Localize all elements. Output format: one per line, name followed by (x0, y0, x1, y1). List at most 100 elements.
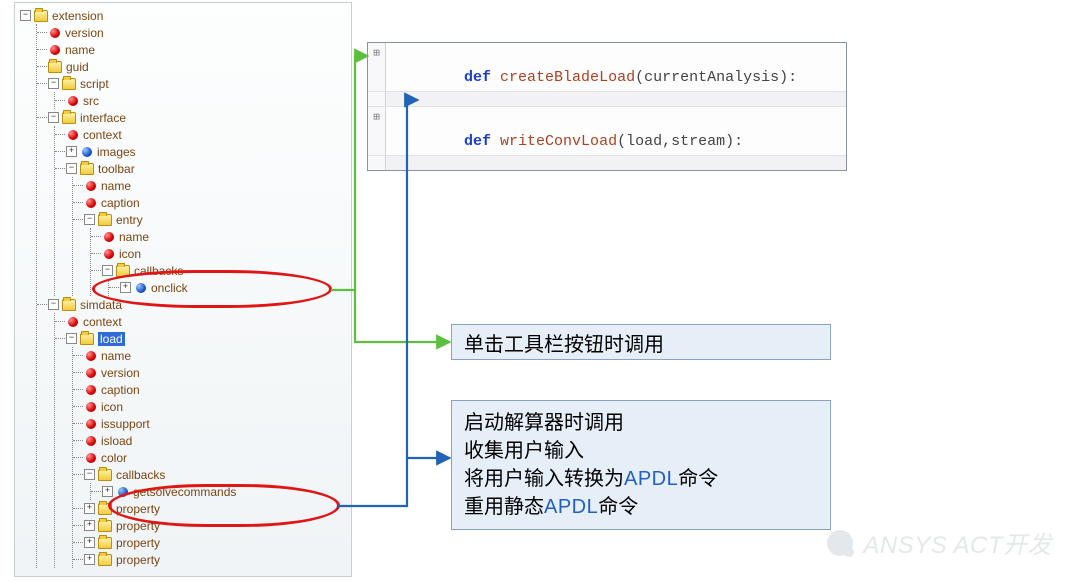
expand-icon[interactable] (120, 282, 131, 293)
fold-icon: ⊞ (368, 43, 386, 91)
expand-icon[interactable] (48, 78, 59, 89)
annotation-onclick: 单击工具栏按钮时调用 (451, 324, 831, 360)
tree-node-tcaption[interactable]: caption (73, 194, 345, 211)
tree-node-property[interactable]: property (73, 500, 345, 517)
attr-icon (86, 351, 96, 361)
element-icon (136, 283, 146, 293)
folder-icon (98, 214, 112, 226)
expand-icon[interactable] (102, 486, 113, 497)
attr-icon (68, 96, 78, 106)
folder-icon (116, 265, 130, 277)
expand-icon[interactable] (84, 469, 95, 480)
annotation-solver: 启动解算器时调用 收集用户输入 将用户输入转换为APDL命令 重用静态APDL命… (451, 400, 831, 530)
tree-node-property[interactable]: property (73, 534, 345, 551)
attr-icon (86, 436, 96, 446)
expand-icon[interactable] (48, 299, 59, 310)
tree-node-getsolvecommands[interactable]: getsolvecommands (91, 483, 345, 500)
folder-icon (62, 112, 76, 124)
tree-node-callbacks2[interactable]: callbacks (73, 466, 345, 483)
attr-icon (68, 130, 78, 140)
fn-writeConvLoad: writeConvLoad (500, 133, 617, 150)
tree-node-src[interactable]: src (55, 92, 345, 109)
annotation-text: 单击工具栏按钮时调用 (464, 328, 664, 357)
attr-icon (86, 419, 96, 429)
expand-icon[interactable] (48, 112, 59, 123)
tree-node-lcaption[interactable]: caption (73, 381, 345, 398)
args: (currentAnalysis): (635, 69, 797, 86)
expand-icon[interactable] (84, 214, 95, 225)
tree-node-eicon[interactable]: icon (91, 245, 345, 262)
folder-icon (98, 554, 112, 566)
tree-node-lversion[interactable]: version (73, 364, 345, 381)
tree-node-name[interactable]: name (37, 41, 345, 58)
tree-node-property[interactable]: property (73, 517, 345, 534)
attr-icon (86, 181, 96, 191)
folder-icon (62, 78, 76, 90)
folder-icon (48, 61, 62, 73)
tree-node-version[interactable]: version (37, 24, 345, 41)
element-icon (118, 487, 128, 497)
expand-icon[interactable] (66, 333, 77, 344)
fold-icon: ⊞ (368, 107, 386, 155)
watermark-text: ANSYS ACT开发 (863, 525, 1052, 560)
tree-node-extension[interactable]: extension (19, 7, 345, 24)
folder-icon (80, 333, 94, 345)
tree-node-callbacks1[interactable]: callbacks (91, 262, 345, 279)
attr-icon (86, 402, 96, 412)
args: (load,stream): (617, 133, 743, 150)
expand-icon[interactable] (66, 146, 77, 157)
folder-icon (80, 163, 94, 175)
attr-icon (50, 28, 60, 38)
code-line: ⊞ def writeConvLoad(load,stream): (368, 107, 846, 156)
tree-node-lname[interactable]: name (73, 347, 345, 364)
tree-node-load[interactable]: load (55, 330, 345, 347)
element-icon (82, 147, 92, 157)
tree-node-entry[interactable]: entry (73, 211, 345, 228)
tree-node-issupport[interactable]: issupport (73, 415, 345, 432)
code-gap (368, 156, 846, 170)
expand-icon[interactable] (84, 537, 95, 548)
tree-node-isload[interactable]: isload (73, 432, 345, 449)
expand-icon[interactable] (84, 554, 95, 565)
attr-icon (104, 249, 114, 259)
expand-icon[interactable] (84, 520, 95, 531)
expand-icon[interactable] (102, 265, 113, 276)
apdl-term: APDL (624, 468, 678, 490)
tree-node-guid[interactable]: guid (37, 58, 345, 75)
keyword-def: def (464, 133, 491, 150)
apdl-term: APDL (544, 496, 598, 518)
watermark: ANSYS ACT开发 (827, 525, 1052, 560)
expand-icon[interactable] (84, 503, 95, 514)
keyword-def: def (464, 69, 491, 86)
tree-node-images[interactable]: images (55, 143, 345, 160)
folder-icon (34, 10, 48, 22)
attr-icon (86, 385, 96, 395)
tree-node-tname[interactable]: name (73, 177, 345, 194)
tree-label: extension (52, 9, 103, 23)
code-gap (368, 92, 846, 107)
expand-icon[interactable] (20, 10, 31, 21)
tree-node-color[interactable]: color (73, 449, 345, 466)
tree-node-ename[interactable]: name (91, 228, 345, 245)
xml-tree-panel: extension version name guid script src (14, 2, 352, 577)
folder-icon (98, 537, 112, 549)
tree-node-licon[interactable]: icon (73, 398, 345, 415)
tree-node-toolbar[interactable]: toolbar (55, 160, 345, 177)
expand-icon[interactable] (66, 163, 77, 174)
attr-icon (50, 45, 60, 55)
tree-node-scontext[interactable]: context (55, 313, 345, 330)
tree-node-interface[interactable]: interface (37, 109, 345, 126)
tree-node-property[interactable]: property (73, 551, 345, 568)
tree-node-simdata[interactable]: simdata (37, 296, 345, 313)
code-line: ⊞ def createBladeLoad(currentAnalysis): (368, 43, 846, 92)
tree-node-script[interactable]: script (37, 75, 345, 92)
tree-node-context[interactable]: context (55, 126, 345, 143)
wechat-icon (827, 530, 853, 556)
selected-tree-label: load (98, 332, 125, 346)
fn-createBladeLoad: createBladeLoad (500, 69, 635, 86)
attr-icon (68, 317, 78, 327)
folder-icon (98, 469, 112, 481)
tree-node-onclick[interactable]: onclick (109, 279, 345, 296)
folder-icon (98, 503, 112, 515)
code-snippet-box: ⊞ def createBladeLoad(currentAnalysis): … (367, 42, 847, 171)
